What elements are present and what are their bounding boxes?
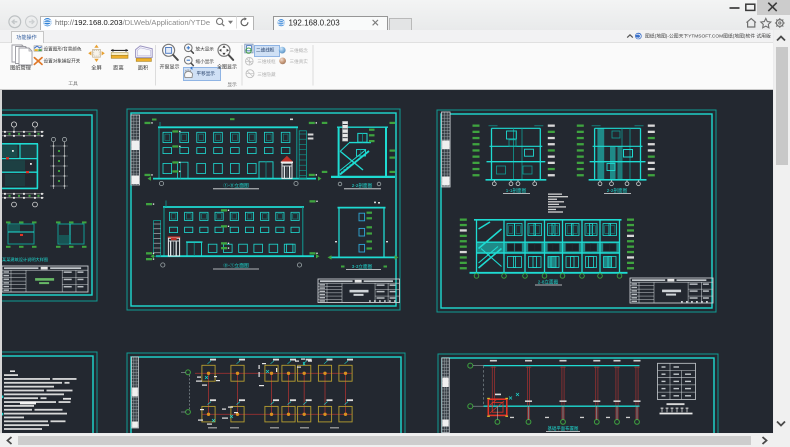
svg-text:1-1剖面图: 1-1剖面图 bbox=[506, 187, 527, 194]
svg-text:功能操作: 功能操作 bbox=[16, 34, 36, 41]
svg-text:⑧-①立面图: ⑧-①立面图 bbox=[223, 262, 249, 269]
svg-text:图纸(地图)-公图天下YTMSOFT.COM图纸(地图)软件: 图纸(地图)-公图天下YTMSOFT.COM图纸(地图)软件 试用版 bbox=[645, 33, 771, 40]
svg-text:平移显示: 平移显示 bbox=[197, 70, 216, 77]
svg-text:2-2剖面图: 2-2剖面图 bbox=[607, 187, 628, 194]
svg-text:3-3立面图: 3-3立面图 bbox=[352, 263, 373, 270]
svg-text:缩小显示: 缩小显示 bbox=[196, 58, 215, 65]
svg-text:设置图形/背景颜色: 设置图形/背景颜色 bbox=[44, 45, 82, 52]
svg-text:全图显示: 全图显示 bbox=[217, 63, 237, 70]
svg-text:距离: 距离 bbox=[113, 63, 123, 71]
svg-text:三维真实: 三维真实 bbox=[290, 58, 309, 65]
svg-text:192.168.0.203: 192.168.0.203 bbox=[289, 18, 341, 27]
svg-text:某某建筑设计说明大样图: 某某建筑设计说明大样图 bbox=[2, 256, 48, 263]
svg-text:二维线框: 二维线框 bbox=[256, 46, 275, 53]
svg-text:①-⑧立面图: ①-⑧立面图 bbox=[223, 182, 249, 189]
svg-text:基础平面布置图: 基础平面布置图 bbox=[548, 425, 579, 432]
svg-text:图纸管理: 图纸管理 bbox=[10, 63, 32, 71]
svg-text:全屏: 全屏 bbox=[91, 63, 101, 71]
svg-text:显示: 显示 bbox=[227, 82, 237, 88]
svg-text:三维线框: 三维线框 bbox=[257, 58, 276, 65]
svg-text:开窗显示: 开窗显示 bbox=[159, 63, 179, 70]
svg-text:工具: 工具 bbox=[68, 81, 78, 87]
svg-text:放大显示: 放大显示 bbox=[196, 46, 215, 53]
svg-text:2-8立面图: 2-8立面图 bbox=[538, 279, 559, 286]
svg-text:三维概念: 三维概念 bbox=[290, 47, 309, 54]
svg-text:三维隐藏: 三维隐藏 bbox=[257, 71, 276, 78]
svg-text:面积: 面积 bbox=[138, 64, 148, 71]
svg-text:设置对象捕捉开关: 设置对象捕捉开关 bbox=[44, 57, 81, 64]
svg-text:http://192.168.0.203/DLWeb/App: http://192.168.0.203/DLWeb/Application/Y… bbox=[55, 18, 210, 27]
svg-text:2-2剖面图: 2-2剖面图 bbox=[352, 182, 373, 189]
